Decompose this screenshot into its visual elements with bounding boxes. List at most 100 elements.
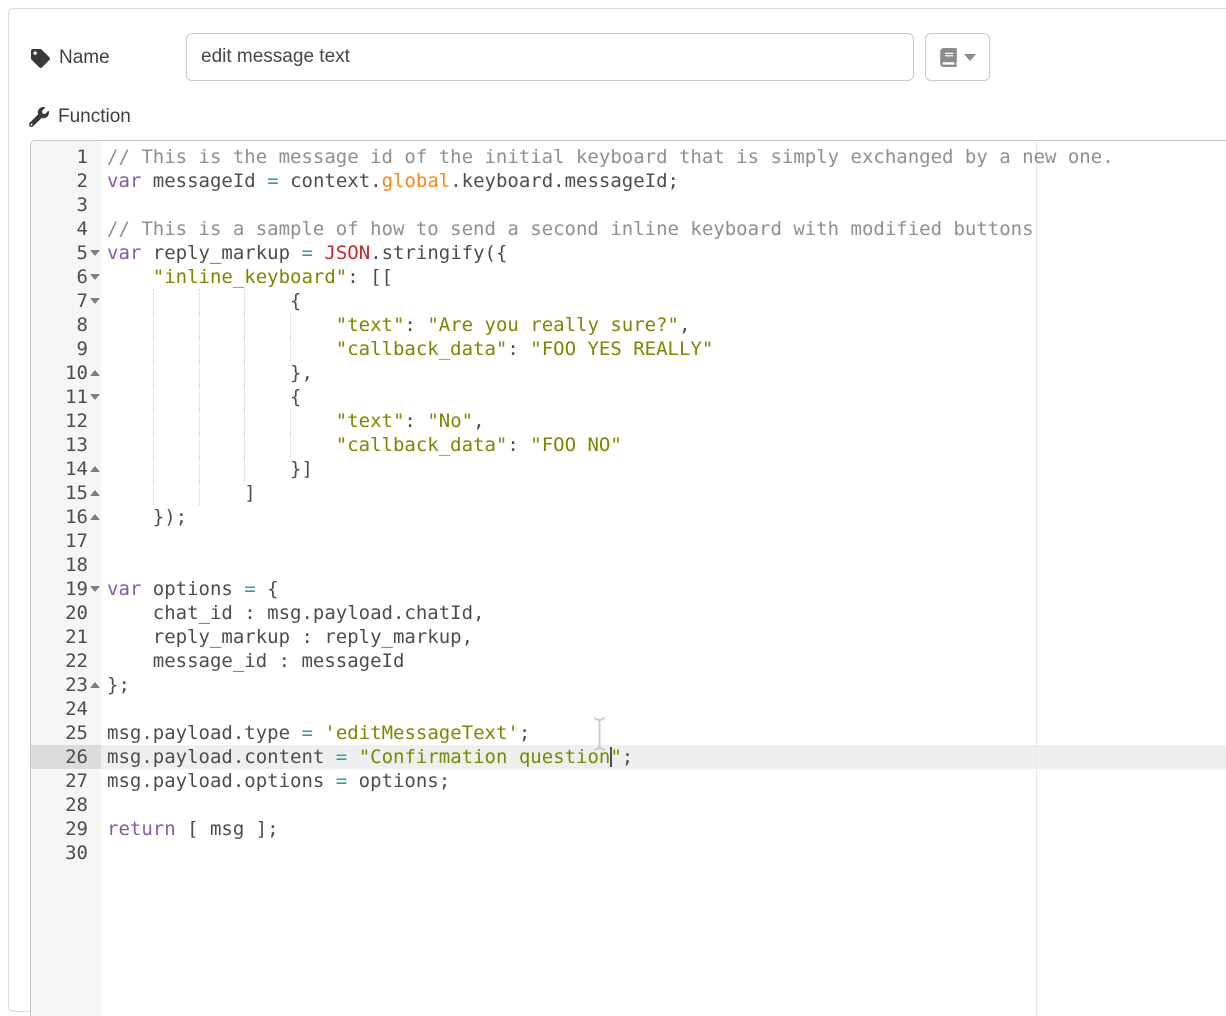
token-text [107,410,336,432]
line-number: 25 [65,722,88,744]
code-line-19[interactable]: var options = { [101,577,1226,601]
line-number: 6 [77,266,88,288]
gutter-line-21[interactable]: 21 [31,625,101,649]
code-line-11[interactable]: { [101,385,1226,409]
gutter-line-10[interactable]: 10 [31,361,101,385]
gutter-line-5[interactable]: 5 [31,241,101,265]
gutter-line-1[interactable]: 1 [31,145,101,169]
code-line-14[interactable]: }] [101,457,1226,481]
token-text [107,266,153,288]
gutter-line-30[interactable]: 30 [31,841,101,865]
fold-open-icon[interactable] [90,586,100,592]
fold-open-icon[interactable] [90,298,100,304]
gutter-line-16[interactable]: 16 [31,505,101,529]
code-line-6[interactable]: "inline_keyboard": [[ [101,265,1226,289]
gutter-line-29[interactable]: 29 [31,817,101,841]
editor-content[interactable]: // This is the message id of the initial… [101,145,1226,865]
code-line-3[interactable] [101,193,1226,217]
token-text [107,314,336,336]
gutter-line-2[interactable]: 2 [31,169,101,193]
gutter-line-6[interactable]: 6 [31,265,101,289]
code-line-21[interactable]: reply_markup : reply_markup, [101,625,1226,649]
fold-end-icon[interactable] [90,514,100,520]
gutter-line-11[interactable]: 11 [31,385,101,409]
gutter-line-13[interactable]: 13 [31,433,101,457]
token-text: { [256,578,279,600]
code-line-17[interactable] [101,529,1226,553]
code-line-26[interactable]: msg.payload.content = "Confirmation ques… [101,745,1226,769]
code-line-30[interactable] [101,841,1226,865]
token-string: "callback_data" [336,338,508,360]
code-line-12[interactable]: "text": "No", [101,409,1226,433]
code-line-2[interactable]: var messageId = context.global.keyboard.… [101,169,1226,193]
code-line-4[interactable]: // This is a sample of how to send a sec… [101,217,1226,241]
text-caret [610,747,612,767]
indent-guide [153,337,154,361]
code-line-8[interactable]: "text": "Are you really sure?", [101,313,1226,337]
fold-end-icon[interactable] [90,490,100,496]
line-number: 30 [65,842,88,864]
token-text [313,242,324,264]
code-line-18[interactable] [101,553,1226,577]
code-line-23[interactable]: }; [101,673,1226,697]
fold-end-icon[interactable] [90,682,100,688]
gutter-line-17[interactable]: 17 [31,529,101,553]
gutter-line-28[interactable]: 28 [31,793,101,817]
code-line-5[interactable]: var reply_markup = JSON.stringify({ [101,241,1226,265]
gutter-line-18[interactable]: 18 [31,553,101,577]
code-line-22[interactable]: message_id : messageId [101,649,1226,673]
token-operator: = [244,578,255,600]
indent-guide [244,289,245,313]
indent-guide [153,385,154,409]
token-string: "callback_data" [336,434,508,456]
gutter-line-4[interactable]: 4 [31,217,101,241]
gutter-line-23[interactable]: 23 [31,673,101,697]
code-line-28[interactable] [101,793,1226,817]
fold-open-icon[interactable] [90,394,100,400]
gutter-line-24[interactable]: 24 [31,697,101,721]
token-text: }, [107,362,313,384]
code-line-20[interactable]: chat_id : msg.payload.chatId, [101,601,1226,625]
gutter-line-14[interactable]: 14 [31,457,101,481]
code-line-13[interactable]: "callback_data": "FOO NO" [101,433,1226,457]
code-line-1[interactable]: // This is the message id of the initial… [101,145,1226,169]
library-button[interactable] [925,33,990,81]
gutter-line-27[interactable]: 27 [31,769,101,793]
code-line-16[interactable]: }); [101,505,1226,529]
editor-gutter[interactable]: 1234567891011121314151617181920212223242… [31,141,101,1016]
token-text: reply_markup : reply_markup, [107,626,473,648]
line-number: 8 [77,314,88,336]
fold-open-icon[interactable] [90,274,100,280]
token-text: : [404,410,427,432]
fold-end-icon[interactable] [90,466,100,472]
code-line-27[interactable]: msg.payload.options = options; [101,769,1226,793]
caret-down-icon [964,54,976,61]
fold-end-icon[interactable] [90,370,100,376]
gutter-line-25[interactable]: 25 [31,721,101,745]
gutter-line-26[interactable]: 26 [31,745,101,769]
gutter-line-3[interactable]: 3 [31,193,101,217]
gutter-line-19[interactable]: 19 [31,577,101,601]
code-editor[interactable]: 1234567891011121314151617181920212223242… [30,140,1226,1016]
code-line-24[interactable] [101,697,1226,721]
code-line-10[interactable]: }, [101,361,1226,385]
gutter-line-9[interactable]: 9 [31,337,101,361]
gutter-line-12[interactable]: 12 [31,409,101,433]
code-line-15[interactable]: ] [101,481,1226,505]
fold-open-icon[interactable] [90,250,100,256]
gutter-line-15[interactable]: 15 [31,481,101,505]
token-string: "Are you really sure?" [427,314,679,336]
gutter-line-22[interactable]: 22 [31,649,101,673]
function-label: Function [58,106,131,128]
gutter-line-8[interactable]: 8 [31,313,101,337]
gutter-line-20[interactable]: 20 [31,601,101,625]
code-line-7[interactable]: { [101,289,1226,313]
token-text: : [507,338,530,360]
code-line-9[interactable]: "callback_data": "FOO YES REALLY" [101,337,1226,361]
line-number: 12 [65,410,88,432]
code-line-25[interactable]: msg.payload.type = 'editMessageText'; [101,721,1226,745]
line-number: 16 [65,506,88,528]
name-input[interactable] [186,33,914,81]
gutter-line-7[interactable]: 7 [31,289,101,313]
code-line-29[interactable]: return [ msg ]; [101,817,1226,841]
